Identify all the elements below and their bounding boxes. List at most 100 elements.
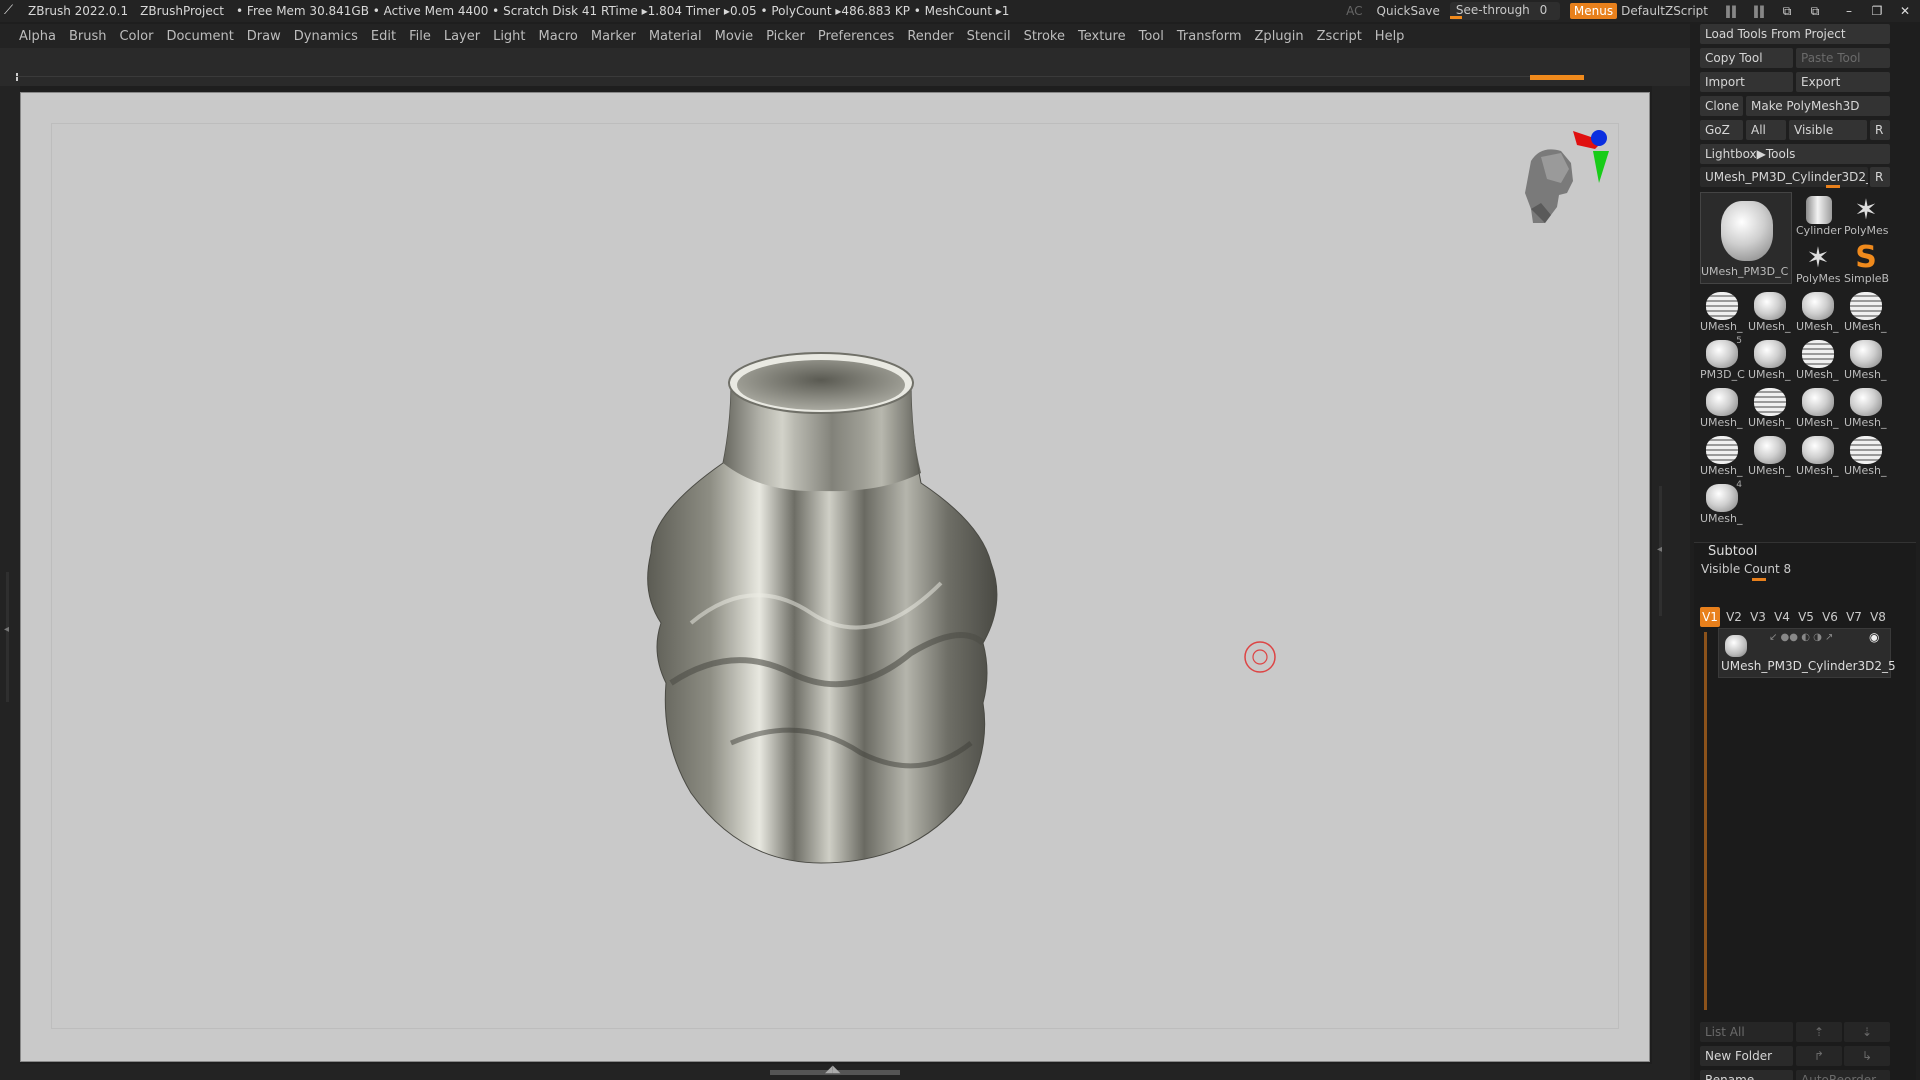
export-button[interactable]: Export <box>1796 72 1890 92</box>
menu-document[interactable]: Document <box>166 29 233 44</box>
tool-r-button[interactable]: R <box>1870 167 1890 187</box>
menu-render[interactable]: Render <box>907 29 953 44</box>
lightbox-tools-button[interactable]: Lightbox▶Tools <box>1700 144 1890 164</box>
navigation-head-icon[interactable] <box>1511 123 1611 253</box>
ac-indicator[interactable]: AC <box>1346 4 1362 18</box>
menu-marker[interactable]: Marker <box>591 29 636 44</box>
tool-thumb[interactable]: UMesh_ <box>1796 432 1842 478</box>
left-tray-grip[interactable] <box>6 572 9 702</box>
menu-picker[interactable]: Picker <box>766 29 805 44</box>
menu-draw[interactable]: Draw <box>247 29 281 44</box>
y-axis-arrow[interactable] <box>1593 151 1609 183</box>
tool-thumb[interactable]: UMesh_ <box>1748 384 1794 430</box>
menu-file[interactable]: File <box>409 29 431 44</box>
tool-thumb[interactable]: UMesh_ <box>1700 432 1746 478</box>
move-up-icon[interactable]: ⇡ <box>1796 1022 1842 1042</box>
menu-dynamics[interactable]: Dynamics <box>294 29 358 44</box>
window-float-icon[interactable]: ⧉ <box>1806 4 1824 19</box>
menu-preferences[interactable]: Preferences <box>818 29 894 44</box>
menu-zscript[interactable]: Zscript <box>1317 29 1362 44</box>
menu-texture[interactable]: Texture <box>1078 29 1126 44</box>
menu-transform[interactable]: Transform <box>1177 29 1242 44</box>
list-all-button[interactable]: List All <box>1700 1022 1793 1042</box>
new-folder-button[interactable]: New Folder <box>1700 1046 1793 1066</box>
goz-all-button[interactable]: All <box>1746 120 1786 140</box>
folder-out-icon[interactable]: ↳ <box>1844 1046 1890 1066</box>
tool-thumb[interactable]: UMesh_ <box>1700 384 1746 430</box>
tool-thumb[interactable]: UMesh_ 4 <box>1700 480 1746 526</box>
tool-thumb[interactable]: UMesh_ <box>1844 384 1890 430</box>
subtool-tab-v3[interactable]: V3 <box>1748 607 1768 627</box>
tool-thumb-side[interactable]: ✶ PolyMes <box>1796 240 1842 286</box>
goz-r-button[interactable]: R <box>1870 120 1890 140</box>
vase-mesh[interactable] <box>611 323 1031 923</box>
menu-stencil[interactable]: Stencil <box>967 29 1011 44</box>
load-tools-from-project-button[interactable]: Load Tools From Project <box>1700 24 1890 44</box>
copy-tool-button[interactable]: Copy Tool <box>1700 48 1793 68</box>
menus-button[interactable]: Menus <box>1569 3 1618 19</box>
right-tray-arrow-icon[interactable]: ◂ <box>1657 544 1662 555</box>
make-polymesh3d-button[interactable]: Make PolyMesh3D <box>1746 96 1890 116</box>
tool-thumb[interactable]: UMesh_ <box>1844 432 1890 478</box>
tool-thumb[interactable]: UMesh_ <box>1700 288 1746 334</box>
tool-thumb[interactable]: UMesh_ <box>1748 288 1794 334</box>
tool-thumb-side[interactable]: S SimpleB <box>1844 240 1890 286</box>
menu-layer[interactable]: Layer <box>444 29 480 44</box>
tool-thumb-side[interactable]: Cylinder <box>1796 192 1842 238</box>
tool-thumb[interactable]: UMesh_ <box>1748 432 1794 478</box>
menu-help[interactable]: Help <box>1375 29 1405 44</box>
folder-in-icon[interactable]: ↱ <box>1796 1046 1842 1066</box>
minimize-icon[interactable]: – <box>1840 4 1858 18</box>
layout-toggle-2-icon[interactable]: ‖‖ <box>1750 4 1768 18</box>
subtool-tab-v4[interactable]: V4 <box>1772 607 1792 627</box>
subtool-item[interactable]: ↙ ●● ◐ ◑ ↗ ◉ UMesh_PM3D_Cylinder3D2_5 <box>1718 628 1896 678</box>
subtool-visibility-icons[interactable]: ↙ ●● ◐ ◑ ↗ <box>1769 632 1833 643</box>
subtool-tab-v5[interactable]: V5 <box>1796 607 1816 627</box>
timeline-indicator[interactable] <box>1530 75 1584 80</box>
goz-button[interactable]: GoZ <box>1700 120 1743 140</box>
quicksave-button[interactable]: QuickSave <box>1377 4 1440 18</box>
layout-toggle-icon[interactable]: ‖‖ <box>1722 4 1740 18</box>
timeline-track[interactable] <box>16 76 1584 77</box>
close-icon[interactable]: ✕ <box>1896 4 1914 18</box>
menu-stroke[interactable]: Stroke <box>1024 29 1065 44</box>
menu-movie[interactable]: Movie <box>715 29 753 44</box>
goz-visible-button[interactable]: Visible <box>1789 120 1867 140</box>
tool-thumb[interactable]: UMesh_ <box>1748 336 1794 382</box>
menu-light[interactable]: Light <box>493 29 525 44</box>
subtool-title[interactable]: Subtool <box>1708 544 1757 559</box>
default-zscript-button[interactable]: DefaultZScript <box>1621 4 1708 18</box>
subtool-tab-v1[interactable]: V1 <box>1700 607 1720 627</box>
tool-thumb[interactable]: UMesh_ <box>1796 288 1842 334</box>
subtool-tab-v6[interactable]: V6 <box>1820 607 1840 627</box>
clone-button[interactable]: Clone <box>1700 96 1743 116</box>
z-axis-ball[interactable] <box>1591 130 1607 146</box>
paste-tool-button[interactable]: Paste Tool <box>1796 48 1890 68</box>
auto-reorder-button[interactable]: AutoReorder <box>1796 1070 1890 1080</box>
menu-zplugin[interactable]: Zplugin <box>1255 29 1304 44</box>
window-layout-icon[interactable]: ⧉ <box>1778 4 1796 19</box>
menu-tool[interactable]: Tool <box>1139 29 1164 44</box>
menu-edit[interactable]: Edit <box>371 29 396 44</box>
bottom-tray-arrows-icon[interactable]: ◢◣ <box>825 1064 840 1075</box>
subtool-tab-v7[interactable]: V7 <box>1844 607 1864 627</box>
menu-material[interactable]: Material <box>649 29 702 44</box>
rename-button[interactable]: Rename <box>1700 1070 1793 1080</box>
import-button[interactable]: Import <box>1700 72 1793 92</box>
current-tool-slider[interactable]: UMesh_PM3D_Cylinder3D2_5 <box>1700 167 1868 187</box>
eye-icon[interactable]: ◉ <box>1869 630 1879 644</box>
tool-thumb[interactable]: UMesh_ <box>1844 336 1890 382</box>
tool-thumb-side[interactable]: ✶ PolyMes <box>1844 192 1890 238</box>
tool-thumb[interactable]: PM3D_C 5 <box>1700 336 1746 382</box>
subtool-tab-v8[interactable]: V8 <box>1868 607 1888 627</box>
menu-brush[interactable]: Brush <box>69 29 107 44</box>
subtool-tab-v2[interactable]: V2 <box>1724 607 1744 627</box>
see-through-slider[interactable]: See-through 0 <box>1449 2 1560 20</box>
subtool-scrollbar[interactable] <box>1704 632 1707 1010</box>
menu-macro[interactable]: Macro <box>539 29 578 44</box>
tool-thumb[interactable]: UMesh_ <box>1844 288 1890 334</box>
menu-alpha[interactable]: Alpha <box>19 29 56 44</box>
move-down-icon[interactable]: ⇣ <box>1844 1022 1890 1042</box>
left-tray-arrow-icon[interactable]: ◂ <box>4 624 9 635</box>
visible-count-slider[interactable]: Visible Count 8 <box>1700 562 1890 582</box>
